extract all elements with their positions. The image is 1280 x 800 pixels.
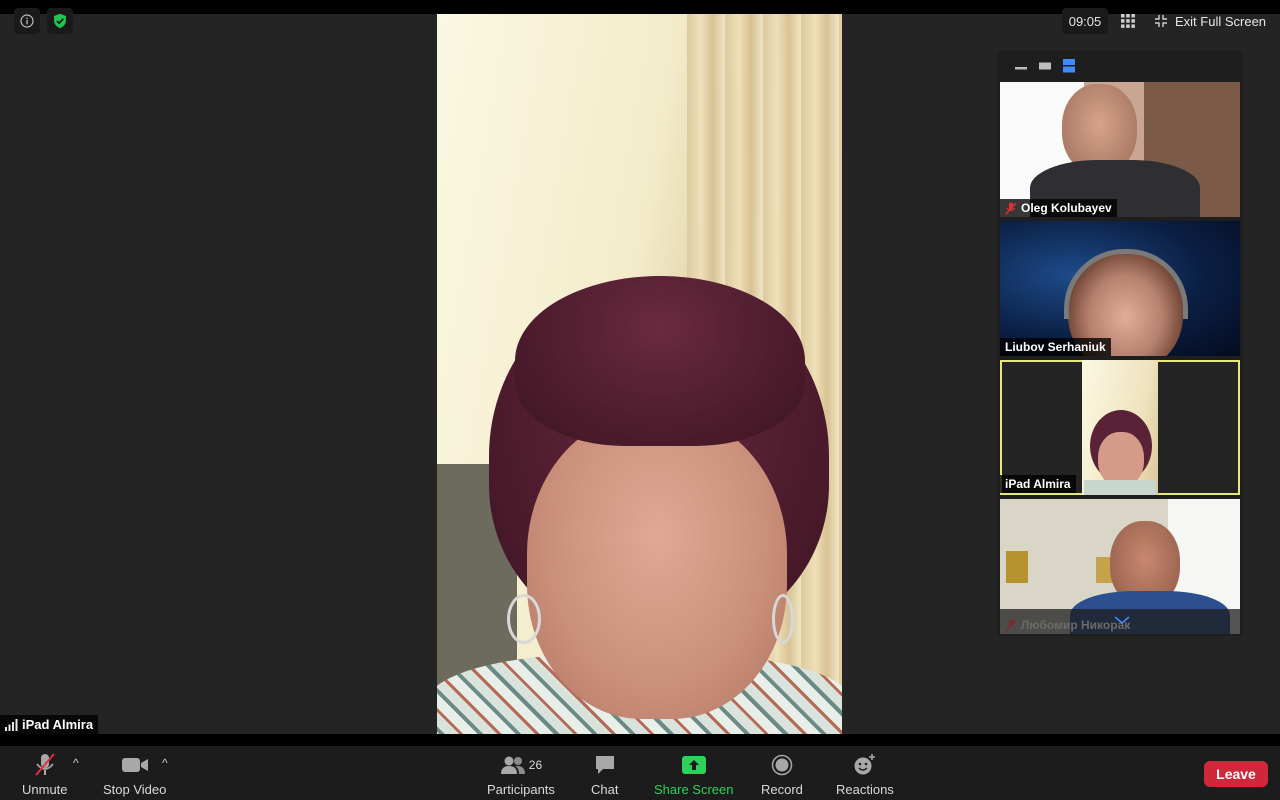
- participant-name: Liubov Serhaniuk: [1005, 340, 1106, 354]
- meeting-clock: 09:05: [1062, 8, 1108, 34]
- speaker-fringe: [515, 276, 805, 446]
- gallery-view-button[interactable]: [1116, 8, 1140, 34]
- unmute-label: Unmute: [22, 782, 68, 797]
- participant-name-tag: Liubov Serhaniuk: [1000, 338, 1111, 356]
- participants-count: 26: [528, 758, 543, 772]
- participant-name-tag: iPad Almira: [1000, 475, 1076, 493]
- signal-strength-icon: [5, 718, 18, 731]
- reactions-emoji-icon: [854, 754, 875, 775]
- record-label: Record: [761, 782, 803, 797]
- participants-button[interactable]: 26 Participants: [487, 752, 555, 797]
- encryption-shield-button[interactable]: [47, 8, 73, 34]
- share-screen-label: Share Screen: [654, 782, 734, 797]
- meeting-info-button[interactable]: [14, 8, 40, 34]
- minimize-thumbnails-icon[interactable]: [1014, 61, 1028, 71]
- video-camera-icon: [121, 758, 148, 772]
- participant-shirt: [1084, 480, 1156, 495]
- active-speaker-video: [437, 14, 842, 734]
- record-button[interactable]: Record: [761, 752, 803, 797]
- leave-meeting-button[interactable]: Leave: [1204, 761, 1268, 787]
- wall-picture: [1006, 551, 1028, 583]
- participant-tile-liubov[interactable]: Liubov Serhaniuk: [1000, 221, 1240, 356]
- bottom-black-strip: [0, 734, 1280, 746]
- meeting-control-bar: Unmute ^ Stop Video ^ 26 Participants Ch…: [0, 746, 1280, 800]
- show-thumbnails-icon[interactable]: [1062, 59, 1076, 73]
- participants-icon: [500, 756, 525, 774]
- participants-label: Participants: [487, 782, 555, 797]
- muted-mic-icon: [35, 753, 55, 776]
- speaker-face: [527, 414, 787, 719]
- record-icon: [771, 754, 793, 776]
- main-speaker-name: iPad Almira: [22, 716, 94, 732]
- participant-name: Oleg Kolubayev: [1021, 201, 1112, 215]
- thumbnail-panel: Oleg Kolubayev Liubov Serhaniuk iPad Alm…: [998, 51, 1242, 636]
- video-options-caret[interactable]: ^: [162, 756, 168, 770]
- main-speaker-name-tag: iPad Almira: [0, 715, 99, 734]
- speaker-earring-right: [772, 594, 794, 644]
- exit-full-screen-label: Exit Full Screen: [1175, 13, 1267, 29]
- unmute-button[interactable]: Unmute: [22, 752, 68, 797]
- chevron-down-icon: [1114, 616, 1130, 625]
- reactions-label: Reactions: [836, 782, 894, 797]
- stop-video-button[interactable]: Stop Video: [103, 752, 166, 797]
- exit-full-screen-button[interactable]: Exit Full Screen: [1147, 8, 1274, 34]
- muted-mic-icon: [1005, 619, 1017, 631]
- participant-video: [1082, 360, 1158, 495]
- participant-name-tag: Oleg Kolubayev: [1000, 199, 1117, 217]
- thumbnails-scroll-down[interactable]: [1112, 612, 1132, 628]
- headphones-band: [1064, 249, 1188, 319]
- grid-icon: [1121, 14, 1135, 28]
- info-icon: [20, 14, 34, 28]
- muted-mic-icon: [1005, 202, 1017, 214]
- thumbnail-view-toolbar: [998, 51, 1242, 81]
- stop-video-label: Stop Video: [103, 782, 167, 797]
- chat-button[interactable]: Chat: [591, 752, 618, 797]
- share-screen-button[interactable]: Share Screen: [654, 752, 734, 797]
- participant-face: [1098, 432, 1144, 487]
- shield-check-icon: [54, 13, 66, 29]
- share-screen-icon: [681, 756, 706, 774]
- reactions-button[interactable]: Reactions: [836, 752, 894, 797]
- exit-fullscreen-icon: [1155, 15, 1167, 27]
- chat-label: Chat: [591, 782, 619, 797]
- audio-options-caret[interactable]: ^: [73, 756, 79, 770]
- participant-tile-oleg[interactable]: Oleg Kolubayev: [1000, 82, 1240, 217]
- chat-bubble-icon: [595, 756, 614, 774]
- speaker-earring-left: [507, 594, 541, 644]
- hide-thumbnails-icon[interactable]: [1038, 61, 1052, 71]
- participant-tile-ipad-almira[interactable]: iPad Almira: [1000, 360, 1240, 495]
- participant-name: iPad Almira: [1005, 477, 1071, 491]
